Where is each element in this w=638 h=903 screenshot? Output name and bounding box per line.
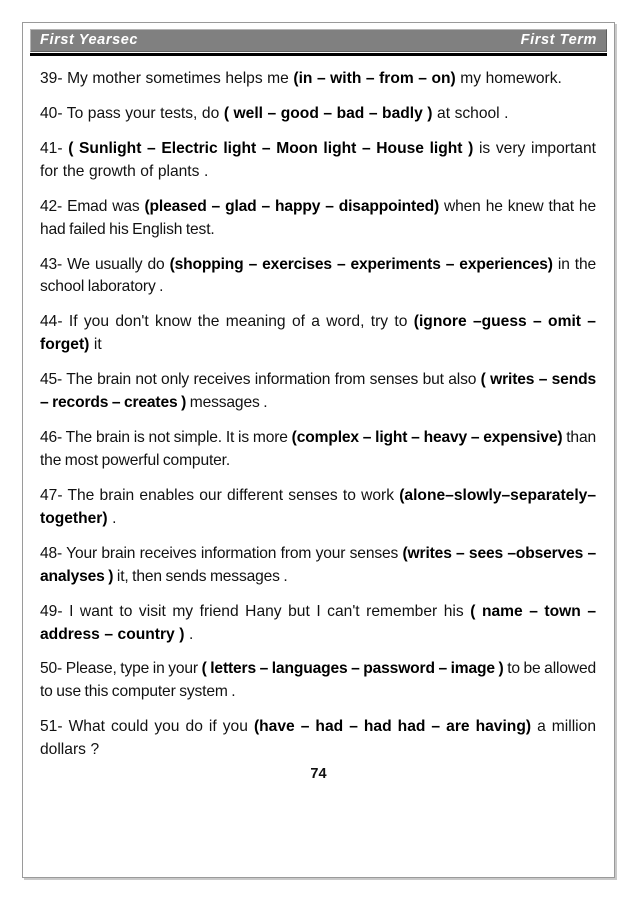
page-number: 74 [310,766,327,783]
worksheet-page: First Yearsec First Term 39- My mother s… [22,22,615,878]
question-text: 43- We usually do [40,255,170,273]
question-item: 40- To pass your tests, do ( well – good… [40,103,596,126]
question-item: 41- ( Sunlight – Electric light – Moon l… [40,138,596,184]
question-text: 45- The brain not only receives informat… [40,371,481,389]
question-item: 44- If you don't know the meaning of a w… [40,311,596,357]
question-item: 50- Please, type in your ( letters – lan… [40,658,596,704]
question-text: it, then sends messages . [113,567,288,585]
answer-choices: ( well – good – bad – badly ) [223,104,433,122]
question-text: messages . [186,394,268,412]
question-text: 47- The brain enables our different sens… [40,486,400,504]
question-text: my homework. [455,70,562,87]
answer-choices: (have – had – had had – are having) [253,718,532,736]
question-item: 42- Emad was (pleased – glad – happy – d… [40,196,596,242]
question-item: 43- We usually do (shopping – exercises … [40,254,596,300]
question-item: 49- I want to visit my friend Hany but I… [40,601,596,647]
question-text: it [89,336,102,354]
question-item: 46- The brain is not simple. It is more … [40,427,596,473]
question-text: 41- [40,139,69,157]
question-item: 51- What could you do if you (have – had… [40,716,596,762]
answer-choices: ( letters – languages – password – image… [201,660,504,678]
question-text: 40- To pass your tests, do [40,104,224,122]
header-left-label: First Yearsec [40,32,139,49]
question-text: 49- I want to visit my friend Hany but I… [40,602,471,620]
question-item: 48- Your brain receives information from… [40,543,596,589]
answer-choices: (pleased – glad – happy – disappointed) [144,197,440,215]
question-text: 39- My mother sometimes helps me [40,70,294,87]
question-text: . [107,509,117,527]
question-item: 47- The brain enables our different sens… [40,485,596,531]
question-text: 51- What could you do if you [40,718,254,736]
question-text: . [184,625,194,643]
question-text: 50- Please, type in your [40,660,202,678]
question-item: 39- My mother sometimes helps me (in – w… [40,68,596,91]
page-header-band: First Yearsec First Term [30,29,607,52]
answer-choices: (in – with – from – on) [293,70,456,87]
question-text: 44- If you don't know the meaning of a w… [40,313,414,331]
question-text: at school . [432,104,509,122]
question-item: 45- The brain not only receives informat… [40,369,596,415]
question-text: 48- Your brain receives information from… [40,544,403,562]
answer-choices: (shopping – exercises – experiments – ex… [169,255,553,273]
header-right-label: First Term [520,32,597,49]
question-list: 39- My mother sometimes helps me (in – w… [23,56,614,762]
answer-choices: (complex – light – heavy – expensive) [291,429,563,447]
answer-choices: ( Sunlight – Electric light – Moon light… [68,139,474,157]
question-text: 46- The brain is not simple. It is more [40,429,292,447]
question-text: 42- Emad was [40,197,145,215]
